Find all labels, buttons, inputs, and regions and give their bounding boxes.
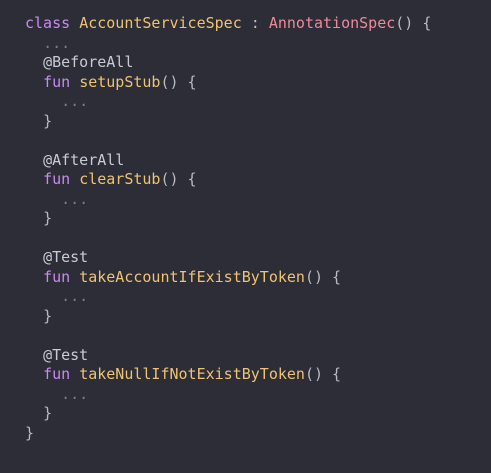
code-line-function-close: }	[25, 404, 431, 424]
code-line-class-close: }	[25, 424, 431, 444]
annotation: @BeforeAll	[43, 53, 134, 71]
code-line-function-body: ...	[25, 92, 431, 112]
code-line-function-close: }	[25, 209, 431, 229]
code-line-annotation: @BeforeAll	[25, 53, 431, 73]
code-line-function-body: ...	[25, 287, 431, 307]
fun-keyword: fun	[43, 365, 71, 383]
code-line-function-body: ...	[25, 190, 431, 210]
annotation: @AfterAll	[43, 150, 125, 169]
supertype-name: AnnotationSpec	[268, 14, 396, 32]
function-open-brace: () {	[160, 72, 197, 91]
code-line-class-ellipsis: ...	[25, 34, 431, 54]
code-line-function-declaration: fun setupStub() {	[25, 73, 431, 93]
code-line-annotation: @AfterAll	[25, 151, 431, 171]
fun-keyword: fun	[43, 267, 71, 286]
code-line-function-body: ...	[25, 385, 431, 405]
close-brace: }	[43, 404, 53, 422]
code-line-function-close: }	[25, 307, 431, 327]
ellipsis: ...	[61, 287, 89, 305]
code-editor: class AccountServiceSpec : AnnotationSpe…	[0, 0, 491, 473]
code-line-function-declaration: fun clearStub() {	[25, 170, 431, 190]
function-open-brace: () {	[160, 170, 197, 188]
ellipsis: ...	[61, 189, 89, 208]
class-close-brace: }	[25, 423, 35, 442]
type-separator: :	[250, 14, 260, 32]
ellipsis: ...	[61, 92, 89, 110]
code-line-function-close: }	[25, 112, 431, 132]
close-brace: }	[43, 209, 53, 227]
function-name: clearStub	[79, 170, 161, 188]
function-name: setupStub	[79, 72, 161, 91]
function-open-brace: () {	[304, 365, 342, 383]
ellipsis: ...	[61, 384, 89, 403]
annotation: @Test	[43, 248, 89, 266]
close-brace: }	[43, 111, 53, 130]
annotation: @Test	[43, 345, 89, 364]
code-line-class-declaration: class AccountServiceSpec : AnnotationSpe…	[25, 14, 431, 34]
code-line-function-declaration: fun takeAccountIfExistByToken() {	[25, 268, 431, 288]
fun-keyword: fun	[43, 170, 71, 188]
code-line-annotation: @Test	[25, 346, 431, 366]
code-line-function-declaration: fun takeNullIfNotExistByToken() {	[25, 365, 431, 385]
function-name: takeAccountIfExistByToken	[79, 267, 305, 286]
function-open-brace: () {	[304, 267, 342, 286]
code-line-annotation: @Test	[25, 248, 431, 268]
code-block: class AccountServiceSpec : AnnotationSpe…	[25, 14, 431, 443]
ellipsis: ...	[43, 33, 71, 52]
class-keyword: class	[25, 14, 71, 32]
class-open-brace: () {	[395, 14, 432, 32]
close-brace: }	[43, 306, 53, 325]
function-name: takeNullIfNotExistByToken	[79, 365, 305, 383]
fun-keyword: fun	[43, 72, 71, 91]
class-name: AccountServiceSpec	[79, 14, 242, 32]
